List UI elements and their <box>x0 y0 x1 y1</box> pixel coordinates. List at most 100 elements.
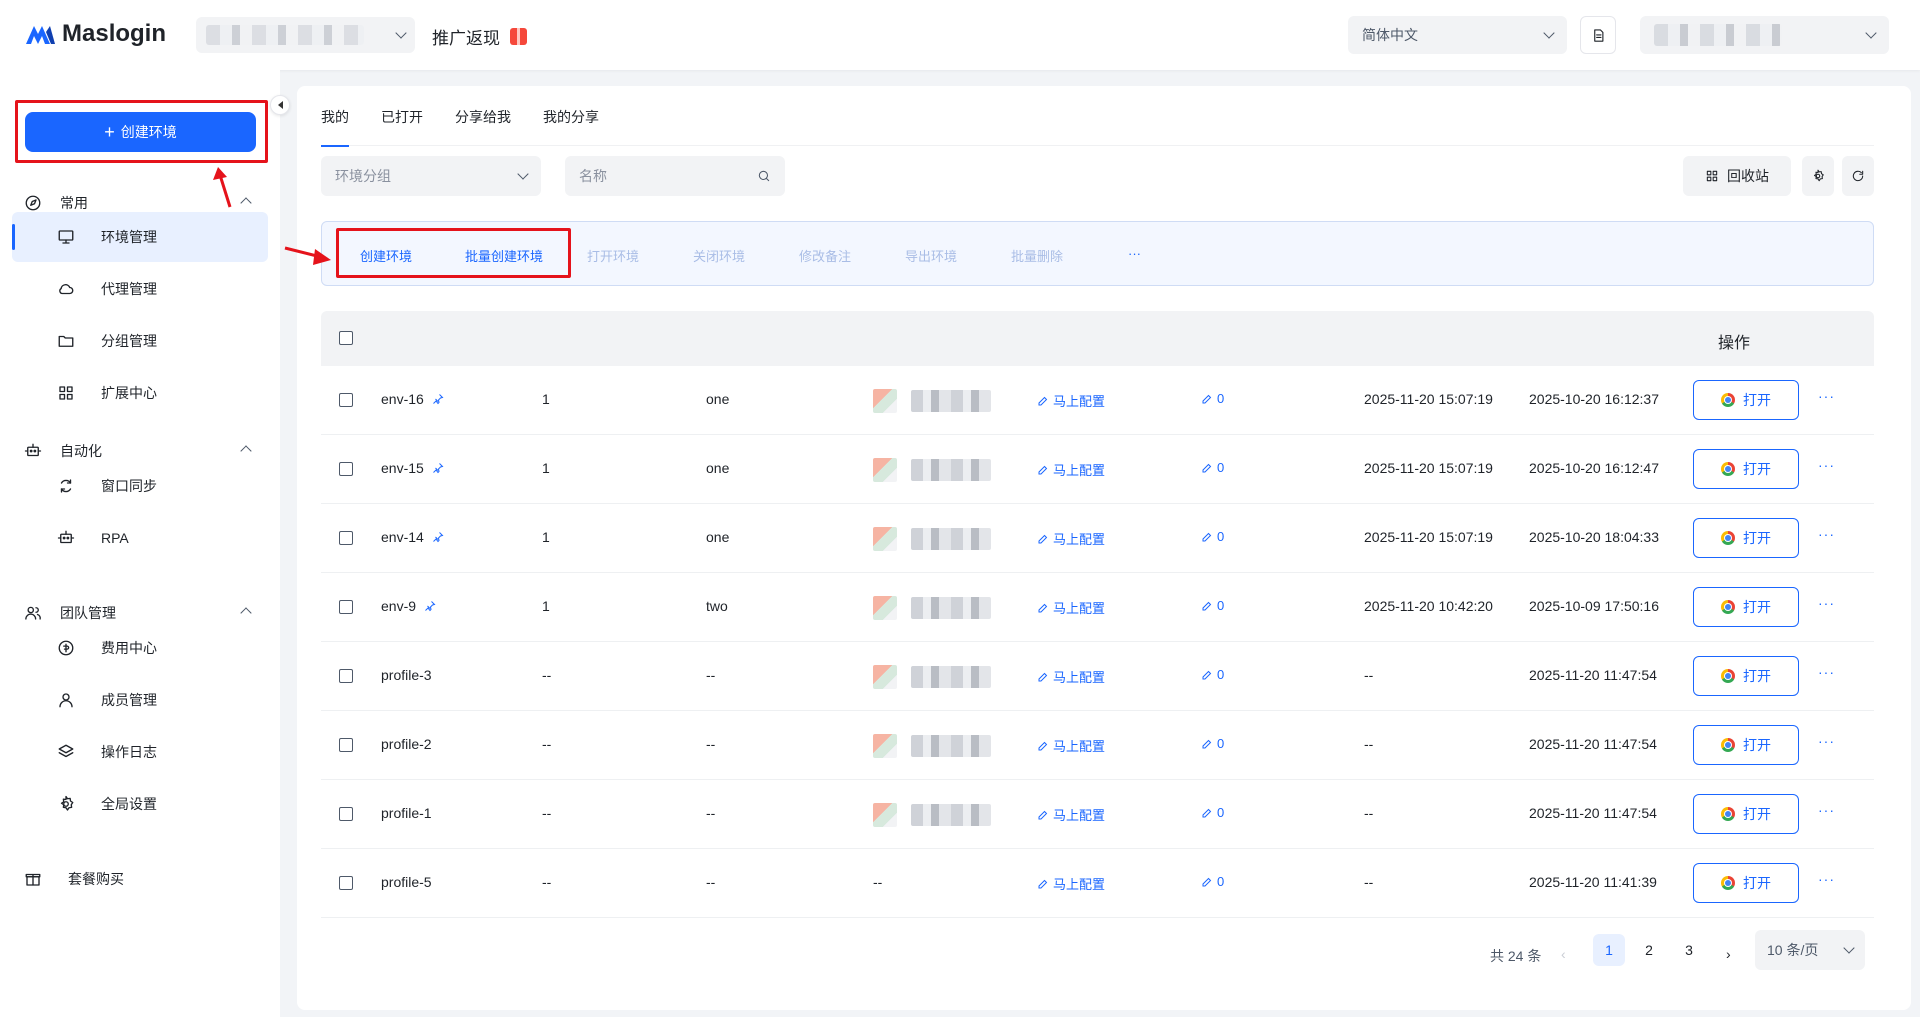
row-more-button[interactable]: ··· <box>1818 457 1835 473</box>
row-more-button[interactable]: ··· <box>1818 733 1835 749</box>
remark-edit-link[interactable]: 0 <box>1201 460 1224 475</box>
open-environment-button[interactable]: 打开 <box>1693 449 1799 489</box>
chrome-icon <box>1721 807 1735 821</box>
row-more-button[interactable]: ··· <box>1818 388 1835 404</box>
recycle-bin-button[interactable]: 回收站 <box>1683 156 1791 196</box>
row-checkbox[interactable] <box>339 462 353 476</box>
sidebar-item-operation-logs[interactable]: 操作日志 <box>12 727 268 777</box>
tab-my-shares[interactable]: 我的分享 <box>543 108 599 146</box>
action-close-environment[interactable]: 关闭环境 <box>693 246 745 265</box>
remark-edit-link[interactable]: 0 <box>1201 874 1224 889</box>
row-more-button[interactable]: ··· <box>1818 526 1835 542</box>
sidebar-item-rpa[interactable]: RPA <box>12 513 268 563</box>
pin-icon[interactable] <box>432 531 444 543</box>
sidebar-item-environments[interactable]: 环境管理 <box>12 212 268 262</box>
redacted-info <box>911 734 991 757</box>
sidebar-item-proxies[interactable]: 代理管理 <box>12 264 268 314</box>
page-size-select[interactable]: 10 条/页 <box>1755 930 1865 970</box>
group-filter-select[interactable]: 环境分组 <box>321 156 541 196</box>
action-open-environment[interactable]: 打开环境 <box>587 246 639 265</box>
tab-opened[interactable]: 已打开 <box>381 108 423 146</box>
redacted-info <box>911 803 991 826</box>
env-group-cell: two <box>706 598 728 614</box>
document-button[interactable] <box>1580 16 1616 54</box>
tab-shared-with-me[interactable]: 分享给我 <box>455 108 511 146</box>
row-checkbox[interactable] <box>339 669 353 683</box>
row-checkbox[interactable] <box>339 738 353 752</box>
create-environment-button[interactable]: + 创建环境 <box>25 112 256 152</box>
row-checkbox[interactable] <box>339 531 353 545</box>
remark-edit-link[interactable]: 0 <box>1201 391 1224 406</box>
action-batch-create-environment[interactable]: 批量创建环境 <box>465 246 543 265</box>
row-more-button[interactable]: ··· <box>1818 595 1835 611</box>
action-more[interactable]: ··· <box>1128 246 1141 261</box>
sidebar-item-extensions[interactable]: 扩展中心 <box>12 368 268 418</box>
action-create-environment[interactable]: 创建环境 <box>360 246 412 265</box>
configure-now-link[interactable]: 马上配置 <box>1037 667 1105 686</box>
row-checkbox[interactable] <box>339 600 353 614</box>
sidebar-item-members[interactable]: 成员管理 <box>12 675 268 725</box>
column-settings-button[interactable] <box>1802 156 1834 196</box>
remark-edit-link[interactable]: 0 <box>1201 598 1224 613</box>
row-checkbox[interactable] <box>339 807 353 821</box>
env-number-cell: 1 <box>542 391 550 407</box>
pin-icon[interactable] <box>432 462 444 474</box>
sidebar-item-global-settings[interactable]: 全局设置 <box>12 779 268 829</box>
remark-edit-link[interactable]: 0 <box>1201 529 1224 544</box>
row-more-button[interactable]: ··· <box>1818 664 1835 680</box>
pin-icon[interactable] <box>424 600 436 612</box>
action-export-environment[interactable]: 导出环境 <box>905 246 957 265</box>
refresh-button[interactable] <box>1842 156 1874 196</box>
env-name-cell: env-15 <box>381 460 444 476</box>
open-environment-button[interactable]: 打开 <box>1693 794 1799 834</box>
open-label: 打开 <box>1743 875 1771 891</box>
table-row: env-9 1 two 马上配置 0 2025-11-20 10:42:20 2025-10… <box>321 573 1874 642</box>
open-environment-button[interactable]: 打开 <box>1693 725 1799 765</box>
action-edit-remark[interactable]: 修改备注 <box>799 246 851 265</box>
open-environment-button[interactable]: 打开 <box>1693 587 1799 627</box>
prev-page-button[interactable]: ‹ <box>1561 946 1566 962</box>
tab-mine[interactable]: 我的 <box>321 108 349 147</box>
configure-now-link[interactable]: 马上配置 <box>1037 529 1105 548</box>
configure-now-link[interactable]: 马上配置 <box>1037 460 1105 479</box>
env-name-cell: profile-2 <box>381 736 432 752</box>
brand-logo[interactable]: Maslogin <box>24 20 166 48</box>
remark-edit-link[interactable]: 0 <box>1201 736 1224 751</box>
name-search-input[interactable]: 名称 <box>565 156 785 196</box>
page-2-button[interactable]: 2 <box>1633 934 1665 966</box>
chrome-icon <box>1721 531 1735 545</box>
row-more-button[interactable]: ··· <box>1818 802 1835 818</box>
language-select[interactable]: 简体中文 <box>1348 16 1567 54</box>
configure-now-link[interactable]: 马上配置 <box>1037 874 1105 893</box>
open-environment-button[interactable]: 打开 <box>1693 518 1799 558</box>
open-environment-button[interactable]: 打开 <box>1693 863 1799 903</box>
next-page-button[interactable]: › <box>1726 946 1731 962</box>
user-menu[interactable] <box>1640 16 1889 54</box>
configure-now-link[interactable]: 马上配置 <box>1037 805 1105 824</box>
row-more-button[interactable]: ··· <box>1818 871 1835 887</box>
promo-link[interactable]: 推广返现 <box>432 24 527 49</box>
action-batch-delete[interactable]: 批量删除 <box>1011 246 1063 265</box>
row-checkbox[interactable] <box>339 876 353 890</box>
team-select[interactable] <box>196 17 415 53</box>
configure-now-link[interactable]: 马上配置 <box>1037 598 1105 617</box>
sidebar-item-package[interactable]: 套餐购买 <box>0 861 280 897</box>
remark-edit-link[interactable]: 0 <box>1201 667 1224 682</box>
sidebar-item-billing[interactable]: 费用中心 <box>12 623 268 673</box>
fingerprint-thumbnail-redacted <box>873 456 991 483</box>
page-3-button[interactable]: 3 <box>1673 934 1705 966</box>
edit-icon <box>1202 601 1212 610</box>
configure-now-link[interactable]: 马上配置 <box>1037 736 1105 755</box>
sidebar-item-groups[interactable]: 分组管理 <box>12 316 268 366</box>
search-icon <box>758 170 770 182</box>
row-checkbox[interactable] <box>339 393 353 407</box>
open-environment-button[interactable]: 打开 <box>1693 380 1799 420</box>
sidebar-item-window-sync[interactable]: 窗口同步 <box>12 461 268 511</box>
remark-edit-link[interactable]: 0 <box>1201 805 1224 820</box>
select-all-checkbox[interactable] <box>339 331 353 345</box>
page-1-button[interactable]: 1 <box>1593 934 1625 966</box>
pin-icon[interactable] <box>432 393 444 405</box>
open-environment-button[interactable]: 打开 <box>1693 656 1799 696</box>
configure-now-link[interactable]: 马上配置 <box>1037 391 1105 410</box>
sidebar-collapse-button[interactable] <box>270 95 290 115</box>
